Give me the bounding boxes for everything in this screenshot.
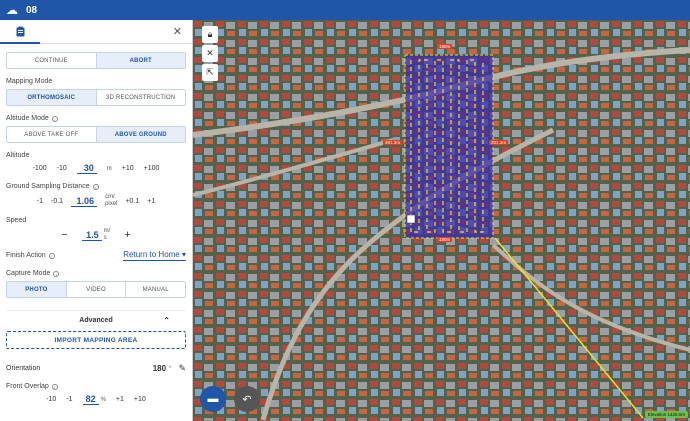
folder-icon[interactable]: ▬: [200, 386, 226, 412]
gsd-unit: cm/ pixel: [105, 194, 118, 207]
map-view[interactable]: 180m 201.3m 201.3m 180m 🔒︎ ✕ ⇱ ▬ ↶ Eleva…: [193, 20, 690, 421]
speed-label: Speed: [6, 217, 27, 224]
advanced-section-header[interactable]: Advanced ⌃: [6, 310, 186, 325]
speed-plus-button[interactable]: +: [124, 229, 130, 241]
above-takeoff-option[interactable]: ABOVE TAKE OFF: [7, 127, 97, 142]
dimension-label-bottom: 180m: [437, 237, 453, 242]
overlap-value[interactable]: 82: [82, 394, 99, 405]
import-mapping-area-button[interactable]: IMPORT MAPPING AREA: [6, 331, 186, 349]
altitude-mode-toggle: ABOVE TAKE OFF ABOVE GROUND: [6, 126, 186, 143]
info-icon[interactable]: i: [48, 252, 55, 259]
clipboard-icon: [16, 26, 24, 36]
gsd-plus-0.1[interactable]: +0.1: [125, 198, 139, 205]
home-return-line: [494, 237, 644, 419]
capture-mode-label: Capture Mode i: [6, 270, 186, 277]
front-overlap-label: Front Overlap i: [6, 383, 186, 390]
orientation-unit: °: [169, 365, 172, 372]
lock-icon[interactable]: 🔒︎: [202, 26, 218, 43]
panel-header: ✕: [0, 20, 192, 44]
tab-mission[interactable]: [0, 20, 40, 44]
mission-title: 08: [26, 4, 38, 16]
gsd-label: Ground Sampling Distance i: [6, 183, 186, 190]
orthomosaic-option[interactable]: ORTHOMOSAIC: [7, 90, 97, 105]
capture-mode-toggle: PHOTO VIDEO MANUAL: [6, 281, 186, 298]
dimension-label-right: 201.3m: [489, 140, 509, 145]
info-icon[interactable]: i: [53, 270, 60, 277]
mission-actions: CONTINUE ABORT: [6, 52, 186, 69]
chevron-up-icon: ⌃: [163, 316, 170, 325]
finish-action-row: Finish Action i Return to Home ▾: [6, 250, 186, 261]
pointer-icon[interactable]: ⇱: [202, 64, 218, 81]
altitude-minus-100[interactable]: -100: [33, 165, 47, 172]
altitude-label: Altitude: [6, 152, 30, 159]
speed-unit: m/ s: [103, 228, 111, 241]
elevation-badge: Elevation 1425.0m: [644, 411, 688, 418]
finish-action-value: Return to Home: [123, 250, 180, 259]
caret-down-icon: ▾: [181, 250, 186, 259]
orientation-value[interactable]: 180: [153, 364, 166, 373]
speed-value[interactable]: 1.5: [81, 230, 102, 241]
mapping-mode-label: Mapping Mode: [6, 78, 53, 85]
altitude-plus-10[interactable]: +10: [122, 165, 134, 172]
info-icon[interactable]: i: [51, 115, 58, 122]
speed-minus-button[interactable]: −: [61, 229, 67, 241]
altitude-mode-label: Altitude Mode i: [6, 115, 186, 122]
orientation-row: Orientation 180 ° ✎: [6, 363, 186, 374]
front-overlap-text: Front Overlap: [6, 383, 49, 390]
pencil-icon[interactable]: ✎: [178, 363, 186, 374]
orientation-control: 180 ° ✎: [153, 363, 186, 374]
info-icon[interactable]: i: [92, 183, 99, 190]
gsd-minus-1[interactable]: -1: [37, 198, 43, 205]
altitude-plus-100[interactable]: +100: [144, 165, 160, 172]
finish-action-select[interactable]: Return to Home ▾: [123, 250, 186, 261]
gsd-plus-1[interactable]: +1: [147, 198, 155, 205]
mission-panel: ✕ CONTINUE ABORT Mapping Mode ORTHOMOSAI…: [0, 20, 193, 421]
capture-mode-text: Capture Mode: [6, 270, 51, 277]
overlap-plus-10[interactable]: +10: [134, 396, 146, 403]
photo-option[interactable]: PHOTO: [7, 282, 67, 297]
advanced-label: Advanced: [79, 317, 113, 324]
front-overlap-stepper: -10 -1 82 % +1 +10: [6, 394, 186, 405]
cloud-icon[interactable]: ☁: [6, 4, 18, 16]
continue-button[interactable]: CONTINUE: [7, 53, 97, 68]
orientation-label: Orientation: [6, 365, 41, 372]
3d-reconstruction-option[interactable]: 3D RECONSTRUCTION: [97, 90, 186, 105]
dimension-label-left: 201.3m: [383, 140, 403, 145]
altitude-minus-10[interactable]: -10: [57, 165, 67, 172]
speed-stepper: − 1.5 m/ s +: [6, 228, 186, 242]
dimension-label-top: 180m: [437, 44, 453, 49]
video-option[interactable]: VIDEO: [67, 282, 127, 297]
overlap-plus-1[interactable]: +1: [116, 396, 124, 403]
mapping-mode-toggle: ORTHOMOSAIC 3D RECONSTRUCTION: [6, 89, 186, 106]
altitude-value[interactable]: 30: [76, 163, 97, 174]
altitude-unit: m: [106, 165, 112, 172]
manual-option[interactable]: MANUAL: [126, 282, 185, 297]
altitude-mode-text: Altitude Mode: [6, 115, 49, 122]
flight-plan-overlay: [404, 54, 644, 419]
top-bar: ☁ 08: [0, 0, 690, 20]
undo-icon[interactable]: ↶: [234, 386, 260, 412]
close-icon[interactable]: ✕: [173, 25, 182, 38]
overlap-unit: %: [100, 396, 106, 403]
finish-action-label: Finish Action i: [6, 252, 55, 259]
gsd-stepper: -1 -0.1 1.06 cm/ pixel +0.1 +1: [6, 194, 186, 208]
above-ground-option[interactable]: ABOVE GROUND: [96, 127, 185, 142]
flight-area-polygon[interactable]: [404, 54, 494, 239]
overlap-minus-10[interactable]: -10: [46, 396, 56, 403]
close-icon[interactable]: ✕: [202, 45, 218, 62]
info-icon[interactable]: i: [51, 383, 58, 390]
overlap-minus-1[interactable]: -1: [66, 396, 72, 403]
map-toolbar: 🔒︎ ✕ ⇱: [202, 26, 218, 81]
altitude-stepper: -100 -10 30 m +10 +100: [6, 163, 186, 174]
start-point-marker: [406, 214, 416, 224]
gsd-text: Ground Sampling Distance: [6, 183, 90, 190]
gsd-minus-0.1[interactable]: -0.1: [51, 198, 63, 205]
finish-action-text: Finish Action: [6, 252, 46, 259]
gsd-value[interactable]: 1.06: [71, 196, 98, 207]
abort-button[interactable]: ABORT: [96, 53, 185, 68]
